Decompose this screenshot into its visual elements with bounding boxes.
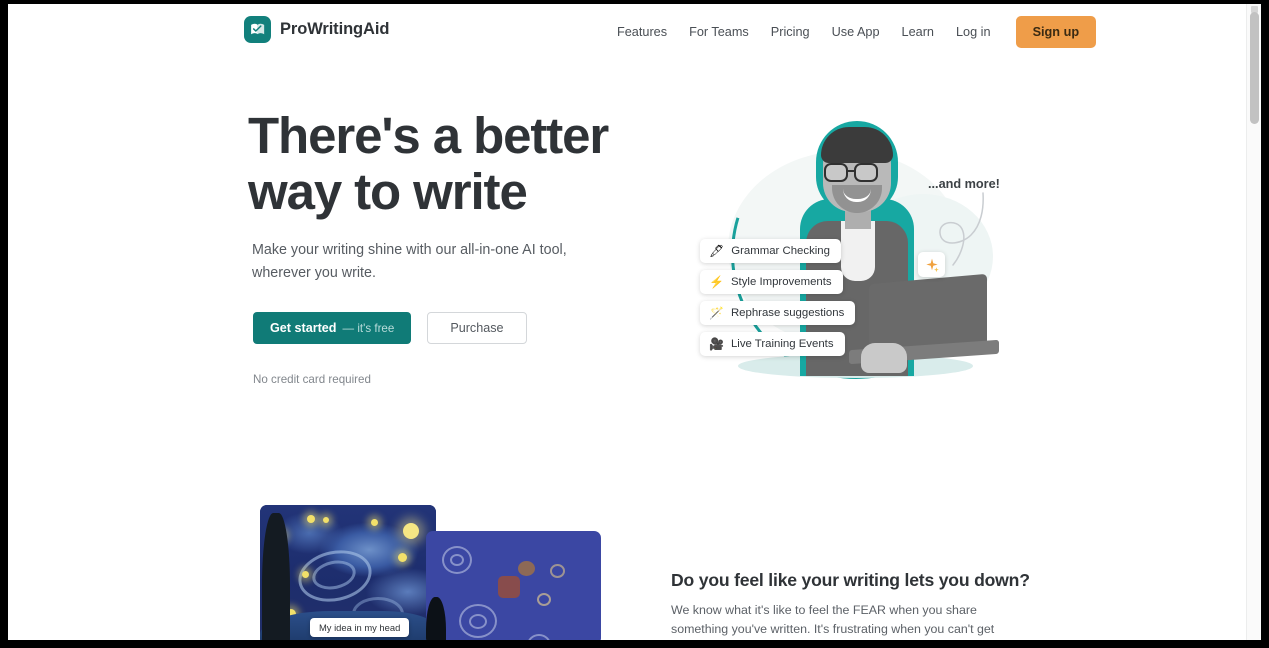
- star: [398, 553, 407, 562]
- glasses-left-lens: [824, 163, 848, 182]
- person-hair: [821, 127, 893, 163]
- get-started-free-note: — it's free: [342, 321, 395, 335]
- site-header: ProWritingAid Features For Teams Pricing…: [8, 4, 1246, 60]
- quill-pen-icon: 🖋: [709, 244, 725, 258]
- scrollbar-thumb[interactable]: [1250, 12, 1259, 124]
- glasses-right-lens: [854, 163, 878, 182]
- feature-chip-grammar-checking: 🖋 Grammar Checking: [700, 239, 841, 263]
- flat-blob: [498, 576, 520, 598]
- feature-chip-label: Grammar Checking: [731, 245, 830, 257]
- and-more-annotation: ...and more!: [928, 177, 1000, 191]
- main-navigation: Features For Teams Pricing Use App Learn…: [606, 16, 1097, 48]
- star: [307, 515, 315, 523]
- star: [371, 519, 378, 526]
- feature-chip-style-improvements: ⚡ Style Improvements: [700, 270, 843, 294]
- feature-chip-label: Live Training Events: [730, 338, 834, 350]
- starry-night-caption: My idea in my head: [310, 618, 410, 637]
- get-started-label: Get started: [270, 321, 337, 335]
- feature-chip-label: Rephrase suggestions: [730, 307, 845, 319]
- sparkles-icon: [918, 252, 945, 277]
- flat-swirl: [527, 634, 551, 640]
- person-tshirt: [841, 221, 875, 281]
- nav-item-pricing[interactable]: Pricing: [760, 17, 821, 47]
- flat-blob: [550, 564, 565, 578]
- book-check-icon: [244, 16, 271, 43]
- magic-wand-icon: 🪄: [709, 306, 724, 320]
- section-heading: Do you feel like your writing lets you d…: [671, 570, 1030, 590]
- brand-name: ProWritingAid: [280, 20, 390, 38]
- flat-blob: [518, 561, 535, 576]
- person-hand: [861, 343, 907, 373]
- star: [302, 571, 309, 578]
- feature-chip-rephrase-suggestions: 🪄 Rephrase suggestions: [700, 301, 856, 325]
- nav-item-features[interactable]: Features: [606, 17, 678, 47]
- flat-swirl: [469, 614, 487, 629]
- browser-viewport: ProWritingAid Features For Teams Pricing…: [8, 4, 1261, 640]
- nav-item-learn[interactable]: Learn: [891, 17, 945, 47]
- starry-night-image: My idea in my head: [260, 505, 436, 640]
- page-title: There's a better way to write: [248, 107, 609, 220]
- no-credit-card-note: No credit card required: [253, 373, 371, 386]
- section-body-text: We know what it's like to feel the FEAR …: [671, 603, 995, 637]
- movie-camera-icon: 🎥: [709, 337, 724, 351]
- hero-illustration: ...and more! 🖋 Grammar Checking ⚡ Style …: [673, 84, 1026, 424]
- sign-up-button[interactable]: Sign up: [1015, 16, 1097, 48]
- flat-swirl: [450, 554, 464, 566]
- moon: [403, 523, 419, 539]
- feature-chip-live-training-events: 🎥 Live Training Events: [700, 332, 845, 356]
- get-started-button[interactable]: Get started — it's free: [253, 312, 412, 344]
- nav-item-for-teams[interactable]: For Teams: [678, 17, 760, 47]
- hero-cta-group: Get started — it's free Purchase: [253, 312, 527, 344]
- hero-subtitle: Make your writing shine with our all-in-…: [252, 242, 567, 281]
- lightning-bolt-icon: ⚡: [709, 275, 724, 289]
- brand-logo-link[interactable]: ProWritingAid: [244, 16, 389, 43]
- nav-item-use-app[interactable]: Use App: [821, 17, 891, 47]
- star: [323, 517, 329, 523]
- purchase-button[interactable]: Purchase: [427, 312, 527, 344]
- flat-cypress-tree: [426, 597, 446, 640]
- flat-blob: [537, 593, 551, 606]
- glasses-bridge: [848, 170, 854, 173]
- simplified-painting-image: [426, 531, 601, 640]
- vertical-scrollbar[interactable]: [1246, 4, 1261, 640]
- cypress-tree: [262, 513, 290, 640]
- feature-chip-label: Style Improvements: [730, 276, 832, 288]
- nav-item-log-in[interactable]: Log in: [945, 17, 1002, 47]
- page-content: ProWritingAid Features For Teams Pricing…: [8, 4, 1246, 640]
